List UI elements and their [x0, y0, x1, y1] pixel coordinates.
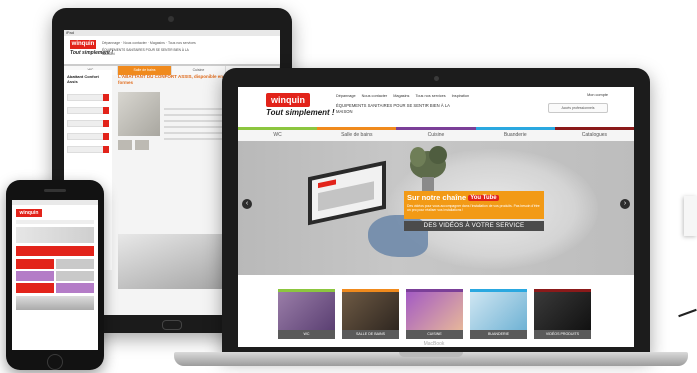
phone-home-button [47, 354, 63, 370]
account-link[interactable]: Mon compte [587, 93, 608, 97]
phone-tile[interactable] [16, 271, 54, 281]
tablet-home-button [162, 320, 182, 330]
phone-tile[interactable] [16, 259, 54, 269]
nav-item-cuisine[interactable]: Cuisine [396, 127, 476, 141]
phone-tile[interactable] [56, 271, 94, 281]
promo-description: Des vidéos pour vous accompagner dans l'… [407, 204, 540, 213]
category-label: CUISINE [406, 330, 463, 339]
category-tile-cuisine[interactable]: CUISINE [406, 289, 463, 339]
thumbnail[interactable] [135, 140, 149, 150]
carousel-prev-button[interactable]: ‹ [242, 199, 252, 209]
site-logo[interactable]: winquin [266, 93, 310, 107]
site-header: winquin Tout simplement ! Dépannage Nous… [238, 87, 634, 127]
youtube-logo-icon: You Tube [468, 195, 499, 201]
header-link[interactable]: Tous nos services [415, 94, 445, 98]
header-link[interactable]: Dépannage [336, 94, 356, 98]
tablet-link[interactable]: Dépannage [102, 41, 120, 45]
phone-promo-banner[interactable] [16, 246, 94, 256]
phone-device: winquin [6, 180, 104, 370]
tablet-link[interactable]: Nous contacter [123, 41, 147, 45]
site-slogan: Tout simplement ! [266, 108, 335, 117]
phone-tile[interactable] [16, 283, 54, 293]
tablet-filter-field[interactable] [67, 94, 109, 101]
partial-card [684, 196, 697, 236]
partial-stroke [678, 308, 697, 318]
videos-banner[interactable]: DES VIDÉOS À VOTRE SERVICE [404, 221, 544, 231]
tablet-product-photo[interactable] [118, 92, 160, 136]
phone-tile[interactable] [56, 259, 94, 269]
promo-title-text: Sur notre chaîne [407, 193, 467, 202]
main-nav: WC Salle de bains Cuisine Buanderie Cata… [238, 127, 634, 141]
hero-laptop-image [308, 160, 386, 226]
phone-category-grid [16, 259, 94, 293]
header-link[interactable]: Magasins [393, 94, 409, 98]
phone-logo[interactable]: winquin [16, 209, 42, 217]
laptop-camera [434, 76, 439, 81]
tablet-filter-field[interactable] [67, 133, 109, 140]
nav-item-buanderie[interactable]: Buanderie [475, 127, 556, 141]
pro-access-button[interactable]: Accès professionnels [548, 103, 608, 113]
hero-carousel: Sur notre chaîne You Tube Des vidéos pour… [238, 141, 634, 275]
tablet-link[interactable]: Magasins [150, 41, 165, 45]
category-tile-wc[interactable]: WC [278, 289, 335, 339]
category-label: BUANDERIE [470, 330, 527, 339]
header-link[interactable]: Inspiration [452, 94, 470, 98]
nav-item-salle-de-bains[interactable]: Salle de bains [317, 127, 397, 141]
tablet-filter-field[interactable] [67, 107, 109, 114]
tablet-filter-field[interactable] [67, 120, 109, 127]
youtube-promo[interactable]: Sur notre chaîne You Tube Des vidéos pour… [404, 191, 544, 219]
category-tile-videos[interactable]: VIDÉOS PRODUITS [534, 289, 591, 339]
phone-screen: winquin [12, 200, 98, 350]
thumbnail[interactable] [118, 140, 132, 150]
tablet-tagline: ÉQUIPEMENTS SANITAIRES POUR SE SENTIR BI… [102, 48, 189, 56]
carousel-next-button[interactable]: › [620, 199, 630, 209]
header-link[interactable]: Nous contacter [362, 94, 388, 98]
tablet-header-links[interactable]: Dépannage · Nous contacter · Magasins · … [102, 41, 196, 45]
phone-status-bar [12, 200, 98, 205]
category-tile-buanderie[interactable]: BUANDERIE [470, 289, 527, 339]
tablet-link[interactable]: Tous nos services [168, 41, 196, 45]
category-tile-salle-de-bains[interactable]: SALLE DE BAINS [342, 289, 399, 339]
tablet-sidebar-title: Abattant Confort Assis [67, 74, 99, 84]
nav-item-wc[interactable]: WC [238, 127, 318, 141]
header-links: Dépannage Nous contacter Magasins Tous n… [336, 94, 469, 98]
tablet-logo[interactable]: winquin [70, 40, 96, 49]
phone-menu-bar[interactable] [16, 220, 94, 224]
phone-hero-image[interactable] [16, 227, 94, 243]
promo-title: Sur notre chaîne You Tube [407, 193, 499, 202]
phone-tile[interactable] [56, 283, 94, 293]
phone-speaker [44, 189, 66, 192]
phone-footer-image [16, 296, 94, 310]
site-tagline: ÉQUIPEMENTS SANITAIRES POUR SE SENTIR BI… [336, 103, 450, 114]
laptop-base: MacBook [174, 341, 688, 366]
tablet-header: winquin Tout simplement ! Dépannage · No… [64, 36, 280, 64]
laptop-screen: winquin Tout simplement ! Dépannage Nous… [238, 87, 634, 347]
laptop-notch [399, 352, 463, 357]
plant-image [410, 146, 447, 191]
category-label: VIDÉOS PRODUITS [534, 330, 591, 339]
tablet-camera [168, 16, 174, 22]
category-label: WC [278, 330, 335, 339]
laptop-brand-label: MacBook [423, 341, 445, 347]
category-tiles: WC SALLE DE BAINS CUISINE BUANDERIE VIDÉ… [278, 289, 602, 339]
nav-item-catalogues[interactable]: Catalogues [554, 127, 634, 141]
laptop-device: winquin Tout simplement ! Dépannage Nous… [222, 68, 650, 356]
tablet-filter-field[interactable] [67, 146, 109, 153]
category-label: SALLE DE BAINS [342, 330, 399, 339]
